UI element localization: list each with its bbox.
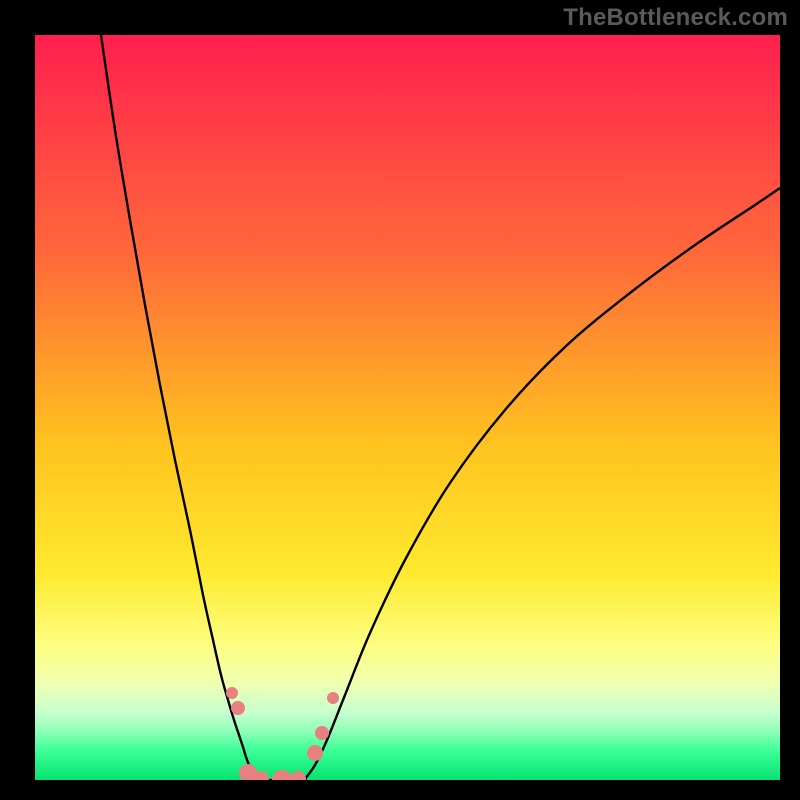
watermark-text: TheBottleneck.com: [563, 4, 788, 32]
background-gradient: [35, 35, 780, 780]
chart-frame: TheBottleneck.com: [0, 0, 800, 800]
plot-area: [35, 35, 780, 780]
